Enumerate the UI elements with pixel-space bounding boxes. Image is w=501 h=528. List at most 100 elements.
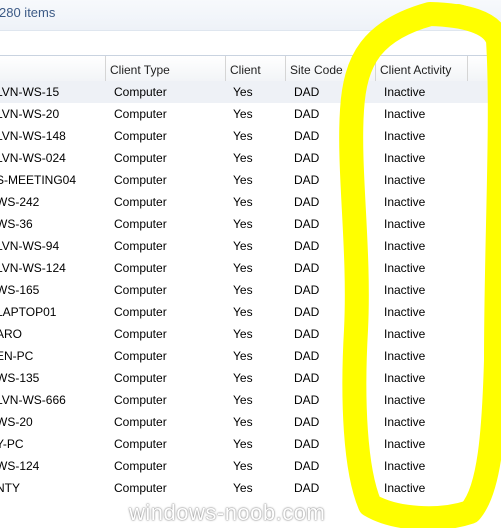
site-code-cell: DAD [294, 107, 320, 121]
table-row[interactable]: LVN-WS-20 Computer Yes DAD Inactive [0, 103, 501, 125]
client-type-cell: Computer [114, 349, 167, 363]
client-type-cell: Computer [114, 415, 167, 429]
client-activity-cell: Inactive [384, 349, 426, 363]
device-name-cell: LVN-WS-024 [0, 151, 66, 165]
client-cell: Yes [233, 371, 253, 385]
client-type-cell: Computer [114, 239, 167, 253]
client-type-cell: Computer [114, 481, 167, 495]
site-code-cell: DAD [294, 305, 320, 319]
table-row[interactable]: WS-165 Computer Yes DAD Inactive [0, 279, 501, 301]
table-row[interactable]: Y-PC Computer Yes DAD Inactive [0, 433, 501, 455]
client-activity-cell: Inactive [384, 415, 426, 429]
client-activity-cell: Inactive [384, 261, 426, 275]
client-activity-cell: Inactive [384, 305, 426, 319]
watermark-text: windows-noob.com [129, 500, 326, 525]
client-activity-cell: Inactive [384, 239, 426, 253]
client-cell: Yes [233, 195, 253, 209]
device-name-cell: LVN-WS-94 [0, 239, 60, 253]
client-activity-cell: Inactive [384, 371, 426, 385]
client-activity-cell: Inactive [384, 283, 426, 297]
device-name-cell: WS-242 [0, 195, 40, 209]
site-code-cell: DAD [294, 283, 320, 297]
column-header-site-code[interactable]: Site Code [286, 56, 376, 81]
client-activity-cell: Inactive [384, 481, 426, 495]
table-row[interactable]: LVN-WS-148 Computer Yes DAD Inactive [0, 125, 501, 147]
device-name-cell: LAPTOP01 [0, 305, 57, 319]
table-row[interactable]: WS-135 Computer Yes DAD Inactive [0, 367, 501, 389]
table-row[interactable]: LVN-WS-124 Computer Yes DAD Inactive [0, 257, 501, 279]
site-code-cell: DAD [294, 371, 320, 385]
site-code-cell: DAD [294, 393, 320, 407]
client-activity-cell: Inactive [384, 459, 426, 473]
device-name-cell: WS-135 [0, 371, 40, 385]
client-type-cell: Computer [114, 459, 167, 473]
client-activity-cell: Inactive [384, 217, 426, 231]
client-type-cell: Computer [114, 107, 167, 121]
column-header-client[interactable]: Client [226, 56, 286, 81]
client-type-cell: Computer [114, 173, 167, 187]
site-code-cell: DAD [294, 173, 320, 187]
site-code-cell: DAD [294, 261, 320, 275]
table-row[interactable]: EN-PC Computer Yes DAD Inactive [0, 345, 501, 367]
client-type-cell: Computer [114, 261, 167, 275]
site-code-cell: DAD [294, 129, 320, 143]
device-name-cell: WS-36 [0, 217, 33, 231]
column-header-name[interactable] [0, 56, 106, 81]
client-type-cell: Computer [114, 195, 167, 209]
column-header-client-activity[interactable]: Client Activity [376, 56, 468, 81]
table-row[interactable]: LVN-WS-024 Computer Yes DAD Inactive [0, 147, 501, 169]
device-name-cell: NTY [0, 481, 20, 495]
device-name-cell: ARO [0, 327, 23, 341]
device-name-cell: WS-20 [0, 415, 33, 429]
client-activity-cell: Inactive [384, 129, 426, 143]
client-activity-cell: Inactive [384, 327, 426, 341]
table-row[interactable]: WS-36 Computer Yes DAD Inactive [0, 213, 501, 235]
table-row[interactable]: LVN-WS-94 Computer Yes DAD Inactive [0, 235, 501, 257]
search-filter-bar[interactable] [0, 30, 501, 56]
table-row[interactable]: S-MEETING04 Computer Yes DAD Inactive [0, 169, 501, 191]
table-row[interactable]: WS-20 Computer Yes DAD Inactive [0, 411, 501, 433]
device-name-cell: EN-PC [0, 349, 34, 363]
site-code-cell: DAD [294, 349, 320, 363]
device-name-cell: Y-PC [0, 437, 24, 451]
client-cell: Yes [233, 327, 253, 341]
site-code-cell: DAD [294, 151, 320, 165]
client-cell: Yes [233, 481, 253, 495]
table-row[interactable]: LAPTOP01 Computer Yes DAD Inactive [0, 301, 501, 323]
client-cell: Yes [233, 173, 253, 187]
client-type-cell: Computer [114, 283, 167, 297]
column-header-client-type[interactable]: Client Type [106, 56, 226, 81]
client-type-cell: Computer [114, 327, 167, 341]
table-row[interactable]: LVN-WS-15 Computer Yes DAD Inactive [0, 81, 501, 103]
client-cell: Yes [233, 129, 253, 143]
site-code-cell: DAD [294, 239, 320, 253]
client-cell: Yes [233, 437, 253, 451]
client-cell: Yes [233, 217, 253, 231]
client-cell: Yes [233, 261, 253, 275]
device-name-cell: WS-165 [0, 283, 40, 297]
table-row[interactable]: WS-124 Computer Yes DAD Inactive [0, 455, 501, 477]
client-cell: Yes [233, 151, 253, 165]
device-name-cell: WS-124 [0, 459, 40, 473]
device-name-cell: LVN-WS-20 [0, 107, 60, 121]
client-type-cell: Computer [114, 217, 167, 231]
table-row[interactable]: WS-242 Computer Yes DAD Inactive [0, 191, 501, 213]
client-type-cell: Computer [114, 305, 167, 319]
table-row[interactable]: LVN-WS-666 Computer Yes DAD Inactive [0, 389, 501, 411]
client-activity-cell: Inactive [384, 437, 426, 451]
table-row[interactable]: NTY Computer Yes DAD Inactive [0, 477, 501, 499]
client-activity-cell: Inactive [384, 393, 426, 407]
table-row[interactable]: ARO Computer Yes DAD Inactive [0, 323, 501, 345]
client-type-cell: Computer [114, 85, 167, 99]
client-cell: Yes [233, 349, 253, 363]
site-code-cell: DAD [294, 437, 320, 451]
device-name-cell: LVN-WS-124 [0, 261, 66, 275]
results-toolbar: 280 items [0, 0, 501, 30]
client-cell: Yes [233, 415, 253, 429]
client-type-cell: Computer [114, 129, 167, 143]
client-activity-cell: Inactive [384, 151, 426, 165]
site-code-cell: DAD [294, 481, 320, 495]
device-name-cell: LVN-WS-148 [0, 129, 66, 143]
client-cell: Yes [233, 305, 253, 319]
site-code-cell: DAD [294, 195, 320, 209]
